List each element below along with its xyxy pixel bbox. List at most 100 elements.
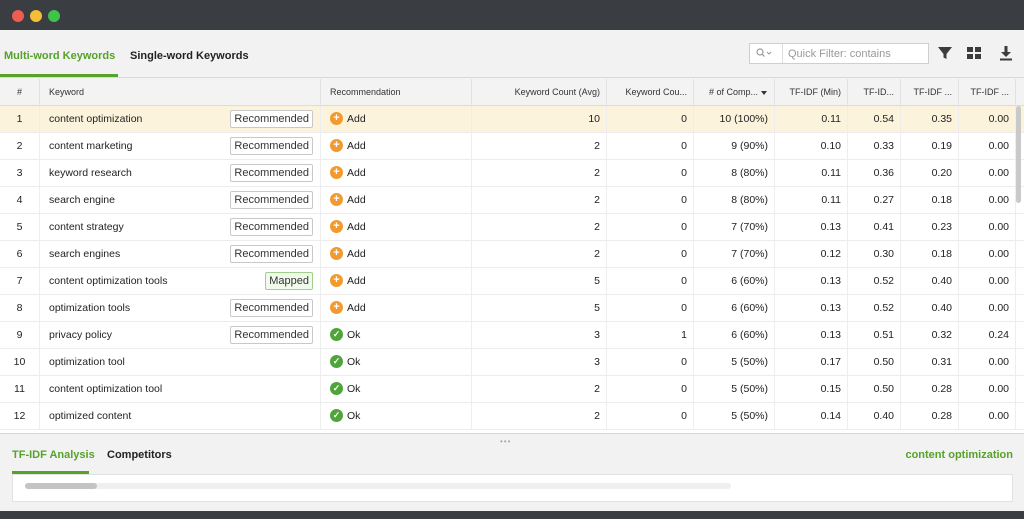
recommendation-cell[interactable]: ✓ Ok — [321, 376, 472, 402]
tfidf-2-cell: 0.52 — [848, 268, 901, 294]
tfidf-2-cell: 0.36 — [848, 160, 901, 186]
competitors-cell: 6 (60%) — [694, 268, 775, 294]
column-header-keyword-count-2[interactable]: Keyword Cou... — [607, 79, 694, 106]
recommendation-cell[interactable]: ✓ Ok — [321, 322, 472, 348]
recommendation-cell[interactable]: + Add — [321, 295, 472, 321]
keyword-cell[interactable]: keyword research Recommended — [40, 160, 321, 186]
keyword-cell[interactable]: content optimization Recommended — [40, 106, 321, 132]
tfidf-min-cell: 0.15 — [775, 376, 848, 402]
keyword-cell[interactable]: privacy policy Recommended — [40, 322, 321, 348]
tab-single-word-keywords[interactable]: Single-word Keywords — [130, 50, 249, 62]
add-circle-icon: + — [330, 300, 343, 314]
bottom-panel: ••• TF-IDF Analysis Competitors content … — [0, 433, 1024, 511]
recommendation-text: Add — [347, 221, 366, 233]
add-circle-icon: + — [330, 273, 343, 287]
recommendation-cell[interactable]: + Add — [321, 268, 472, 294]
keyword-cell[interactable]: optimized content — [40, 403, 321, 429]
recommendation-text: Ok — [347, 356, 361, 368]
horizontal-scrollbar-thumb[interactable] — [25, 483, 97, 489]
table-row[interactable]: 1 content optimization Recommended + Add 10 0 1… — [0, 106, 1024, 133]
recommended-badge: Recommended — [230, 299, 313, 317]
table-row[interactable]: 11 content optimization tool ✓ Ok 2 0 5 (50%) 0… — [0, 376, 1024, 403]
column-header-tfidf-4[interactable]: TF-IDF ... — [959, 79, 1016, 106]
column-header-tfidf-3[interactable]: TF-IDF ... — [901, 79, 959, 106]
recommendation-text: Add — [347, 194, 366, 206]
tab-multi-word-keywords[interactable]: Multi-word Keywords — [4, 50, 115, 62]
tfidf-3-cell: 0.18 — [901, 241, 959, 267]
recommendation-cell[interactable]: + Add — [321, 106, 472, 132]
column-header-number[interactable]: # — [0, 79, 40, 106]
recommendation-cell[interactable]: + Add — [321, 133, 472, 159]
quick-filter-input[interactable] — [788, 44, 926, 63]
tfidf-3-cell: 0.40 — [901, 295, 959, 321]
minimize-window-button[interactable] — [30, 10, 42, 22]
table-row[interactable]: 5 content strategy Recommended + Add 2 0 7 (70%… — [0, 214, 1024, 241]
quick-filter[interactable] — [749, 43, 929, 64]
tfidf-4-cell: 0.00 — [959, 268, 1016, 294]
table-row[interactable]: 6 search engines Recommended + Add 2 0 7 (70%) 0… — [0, 241, 1024, 268]
tab-tfidf-analysis[interactable]: TF-IDF Analysis — [12, 449, 95, 461]
recommendation-cell[interactable]: + Add — [321, 160, 472, 186]
recommendation-cell[interactable]: + Add — [321, 214, 472, 240]
keyword-count-cell: 0 — [607, 268, 694, 294]
table-row[interactable]: 2 content marketing Recommended + Add 2 0 9 (90… — [0, 133, 1024, 160]
column-header-recommendation[interactable]: Recommendation — [321, 79, 472, 106]
column-header-tfidf-2[interactable]: TF-ID... — [848, 79, 901, 106]
keyword-cell[interactable]: content optimization tools Mapped — [40, 268, 321, 294]
tfidf-2-cell: 0.52 — [848, 295, 901, 321]
tfidf-4-cell: 0.00 — [959, 403, 1016, 429]
close-window-button[interactable] — [12, 10, 24, 22]
table-row[interactable]: 4 search engine Recommended + Add 2 0 8 (80%) 0.… — [0, 187, 1024, 214]
tfidf-3-cell: 0.32 — [901, 322, 959, 348]
column-header-tfidf-min[interactable]: TF-IDF (Min) — [775, 79, 848, 106]
vertical-scrollbar[interactable] — [1016, 106, 1021, 203]
tfidf-2-cell: 0.33 — [848, 133, 901, 159]
check-circle-icon: ✓ — [330, 327, 343, 341]
keyword-count-avg-cell: 10 — [472, 106, 607, 132]
recommendation-cell[interactable]: + Add — [321, 241, 472, 267]
horizontal-scrollbar[interactable] — [25, 483, 731, 489]
tfidf-3-cell: 0.31 — [901, 349, 959, 375]
table-row[interactable]: 8 optimization tools Recommended + Add 5 0 6 (6… — [0, 295, 1024, 322]
recommendation-cell[interactable]: ✓ Ok — [321, 403, 472, 429]
recommendation-text: Add — [347, 275, 366, 287]
tfidf-3-cell: 0.40 — [901, 268, 959, 294]
tfidf-4-cell: 0.24 — [959, 322, 1016, 348]
download-icon[interactable] — [997, 44, 1015, 62]
column-header-keyword-count-avg[interactable]: Keyword Count (Avg) — [472, 79, 607, 106]
keyword-cell[interactable]: search engines Recommended — [40, 241, 321, 267]
column-header-keyword[interactable]: Keyword — [40, 79, 321, 106]
keyword-cell[interactable]: content strategy Recommended — [40, 214, 321, 240]
keyword-count-avg-cell: 3 — [472, 349, 607, 375]
recommendation-cell[interactable]: + Add — [321, 187, 472, 213]
keyword-cell[interactable]: content optimization tool — [40, 376, 321, 402]
grid-layout-icon[interactable] — [965, 44, 983, 62]
keyword-count-avg-cell: 2 — [472, 187, 607, 213]
keyword-count-cell: 0 — [607, 187, 694, 213]
table-row[interactable]: 12 optimized content ✓ Ok 2 0 5 (50%) 0.14 0.40 0… — [0, 403, 1024, 430]
table-row[interactable]: 7 content optimization tools Mapped + Add 5 0 6… — [0, 268, 1024, 295]
zoom-window-button[interactable] — [48, 10, 60, 22]
table-row[interactable]: 9 privacy policy Recommended ✓ Ok 3 1 6 (60%) 0.… — [0, 322, 1024, 349]
table-row[interactable]: 3 keyword research Recommended + Add 2 0 8 (80%… — [0, 160, 1024, 187]
keyword-cell[interactable]: optimization tool — [40, 349, 321, 375]
row-number: 2 — [0, 133, 40, 159]
resize-grip[interactable]: ••• — [500, 437, 511, 446]
keyword-cell[interactable]: content marketing Recommended — [40, 133, 321, 159]
tfidf-4-cell: 0.00 — [959, 295, 1016, 321]
recommended-badge: Recommended — [230, 110, 313, 128]
tfidf-min-cell: 0.13 — [775, 295, 848, 321]
keyword-cell[interactable]: optimization tools Recommended — [40, 295, 321, 321]
tfidf-min-cell: 0.11 — [775, 160, 848, 186]
recommendation-text: Ok — [347, 383, 361, 395]
competitors-cell: 6 (60%) — [694, 322, 775, 348]
keyword-count-avg-cell: 2 — [472, 403, 607, 429]
tab-competitors[interactable]: Competitors — [107, 449, 172, 461]
funnel-icon[interactable] — [936, 44, 954, 62]
search-dropdown[interactable] — [750, 44, 783, 63]
recommendation-cell[interactable]: ✓ Ok — [321, 349, 472, 375]
table-row[interactable]: 10 optimization tool ✓ Ok 3 0 5 (50%) 0.17 0.50 0… — [0, 349, 1024, 376]
tfidf-analysis-panel — [12, 474, 1013, 502]
tfidf-4-cell: 0.00 — [959, 376, 1016, 402]
keyword-cell[interactable]: search engine Recommended — [40, 187, 321, 213]
